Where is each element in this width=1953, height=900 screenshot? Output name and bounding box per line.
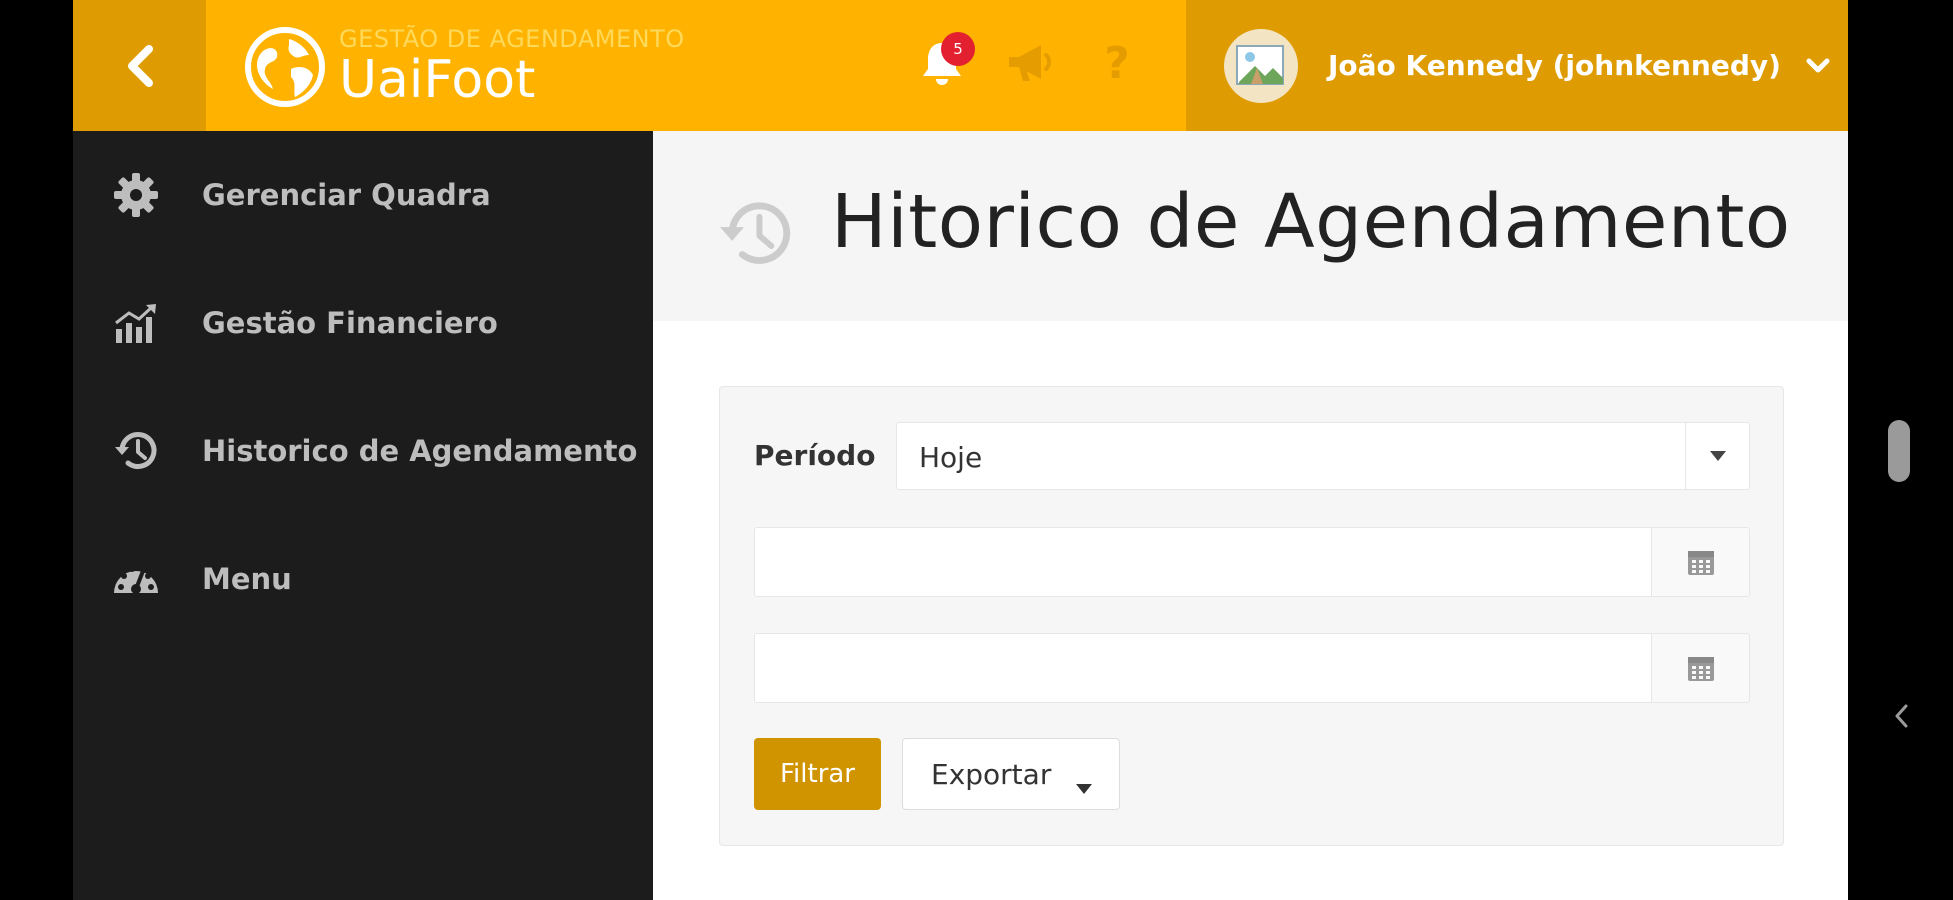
brand-subtitle: GESTÃO DE AGENDAMENTO	[339, 24, 685, 53]
end-date-picker-button[interactable]	[1652, 633, 1750, 703]
user-menu[interactable]: João Kennedy (johnkennedy)	[1186, 0, 1848, 131]
app-window: GESTÃO DE AGENDAMENTO UaiFoot 5 ? João K…	[73, 0, 1848, 900]
start-date-input[interactable]	[754, 527, 1652, 597]
chevron-down-icon	[1805, 57, 1831, 75]
top-header: GESTÃO DE AGENDAMENTO UaiFoot 5 ? João K…	[73, 0, 1848, 131]
help-button[interactable]: ?	[1084, 30, 1150, 96]
gear-icon	[111, 170, 161, 220]
period-select[interactable]: Hoje	[896, 422, 1750, 490]
end-date-group	[754, 633, 1750, 703]
sidebar-item-menu[interactable]: Menu	[73, 515, 653, 643]
sidebar-item-label: Gestão Financiero	[202, 306, 498, 340]
dashboard-icon	[111, 554, 161, 604]
sidebar-item-label: Historico de Agendamento	[202, 434, 638, 468]
chevron-left-icon	[127, 44, 153, 87]
globe-icon	[245, 27, 325, 107]
sidebar-item-gestao-financiero[interactable]: Gestão Financiero	[73, 259, 653, 387]
period-selected-value: Hoje	[919, 441, 983, 474]
filter-panel: Período Hoje Filtrar Exportar	[719, 386, 1784, 846]
image-placeholder-icon	[1236, 44, 1284, 85]
sidebar-item-label: Menu	[202, 562, 292, 596]
calendar-icon	[1687, 551, 1714, 575]
question-icon: ?	[1104, 37, 1130, 89]
user-name: João Kennedy (johnkennedy)	[1328, 49, 1781, 82]
chevron-left-icon[interactable]	[1890, 700, 1914, 732]
filter-button[interactable]: Filtrar	[754, 738, 881, 810]
sidebar-item-label: Gerenciar Quadra	[202, 178, 491, 212]
announcements-button[interactable]	[997, 30, 1063, 96]
page-title: Hitorico de Agendamento	[831, 179, 1791, 265]
back-button[interactable]	[73, 0, 206, 131]
megaphone-icon	[1009, 45, 1051, 81]
page-header: Hitorico de Agendamento	[653, 131, 1848, 321]
caret-down-icon	[1075, 769, 1093, 802]
sidebar-item-gerenciar-quadra[interactable]: Gerenciar Quadra	[73, 131, 653, 259]
calendar-icon	[1687, 657, 1714, 681]
start-date-picker-button[interactable]	[1652, 527, 1750, 597]
brand-title: UaiFoot	[339, 49, 536, 110]
export-dropdown-button[interactable]: Exportar	[902, 738, 1120, 810]
avatar	[1224, 28, 1298, 103]
notification-badge: 5	[941, 32, 975, 66]
history-icon	[111, 426, 161, 476]
main-content: Hitorico de Agendamento Período Hoje Fil…	[653, 131, 1848, 900]
sidebar-item-historico[interactable]: Historico de Agendamento	[73, 387, 653, 515]
period-label: Período	[754, 439, 876, 472]
chart-icon	[111, 298, 161, 348]
brand: GESTÃO DE AGENDAMENTO UaiFoot	[243, 22, 685, 112]
export-label: Exportar	[931, 757, 1052, 791]
sidebar: Gerenciar Quadra Gestão Financiero Histo…	[73, 131, 653, 900]
history-icon	[720, 202, 791, 264]
scrollbar-handle[interactable]	[1888, 420, 1910, 482]
end-date-input[interactable]	[754, 633, 1652, 703]
start-date-group	[754, 527, 1750, 597]
caret-down-icon	[1685, 423, 1749, 489]
